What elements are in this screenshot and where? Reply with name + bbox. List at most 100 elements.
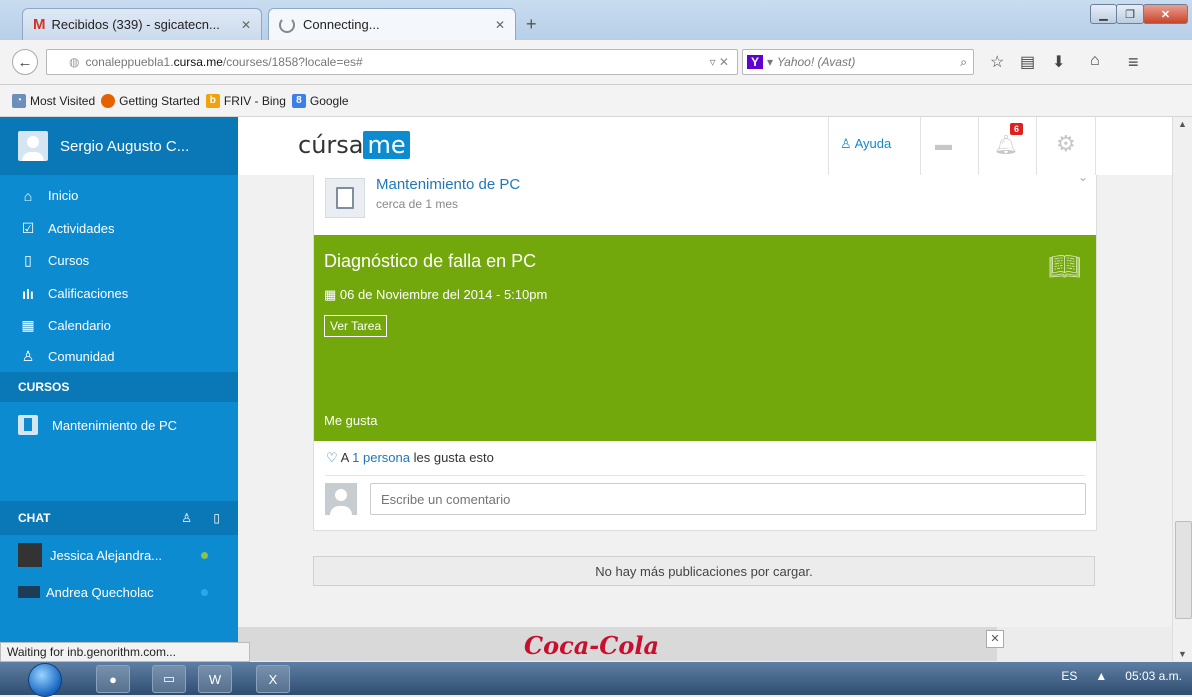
taskbar-word-icon[interactable]: W xyxy=(198,665,232,693)
gmail-icon: M xyxy=(33,16,46,33)
bookmark-friv-bing[interactable]: b FRIV - Bing xyxy=(205,93,286,108)
system-tray: ES ▲ 05:03 a.m. xyxy=(1061,669,1182,683)
help-label: Ayuda xyxy=(854,136,892,151)
divider xyxy=(1036,117,1037,175)
likes-summary: ♡ A 1 persona les gusta esto xyxy=(326,450,494,466)
course-book-icon xyxy=(325,178,365,218)
bookmark-most-visited[interactable]: ◔ Most Visited xyxy=(12,93,95,108)
close-ad-icon[interactable]: ✕ xyxy=(986,630,1004,648)
nav-label: Cursos xyxy=(48,253,90,268)
bookmark-google[interactable]: 8 Google xyxy=(291,93,349,108)
close-tab-icon[interactable]: ✕ xyxy=(241,18,251,32)
maximize-button[interactable]: ❐ xyxy=(1116,4,1144,24)
url-bar[interactable]: ◍ conaleppuebla1. cursa.me/courses/1858?l… xyxy=(46,49,738,75)
yahoo-icon: Y xyxy=(747,55,764,69)
taskbar-excel-icon[interactable]: X xyxy=(256,665,290,693)
post-card: ⌄ Mantenimiento de PC cerca de 1 mes Dia… xyxy=(313,175,1097,531)
chevron-down-icon[interactable]: ⌄ xyxy=(1078,175,1088,184)
user-profile[interactable]: Sergio Augusto C... xyxy=(0,117,238,175)
bookmark-getting-started[interactable]: Getting Started xyxy=(101,93,200,108)
taskbar-firefox-icon[interactable]: ● xyxy=(96,665,130,693)
online-status-dot xyxy=(201,588,208,596)
scroll-down-icon[interactable]: ▼ xyxy=(1178,649,1187,659)
user-name: Sergio Augusto C... xyxy=(60,137,190,155)
tab-connecting[interactable]: Connecting... ✕ xyxy=(268,8,516,40)
reading-list-icon[interactable]: ▤ xyxy=(1020,52,1035,72)
contacts-icon[interactable]: ♙ xyxy=(181,511,192,525)
course-label: Mantenimiento de PC xyxy=(52,417,178,433)
task-banner: Diagnóstico de falla en PC ▦ 06 de Novie… xyxy=(314,235,1096,441)
courses-heading: CURSOS xyxy=(0,372,238,402)
feed: ⌄ Mantenimiento de PC cerca de 1 mes Dia… xyxy=(238,175,1172,627)
bookmark-star-icon[interactable]: ☆ xyxy=(990,52,1004,72)
chat-book-icon[interactable]: ▯ xyxy=(213,511,220,525)
avatar xyxy=(18,586,40,598)
post-course-title[interactable]: Mantenimiento de PC xyxy=(376,176,520,193)
scrollbar-thumb[interactable] xyxy=(1175,521,1192,619)
search-icon[interactable]: ⌕ xyxy=(960,55,967,70)
url-dropdown-icon[interactable]: ▿ ✕ xyxy=(710,55,729,69)
chat-contact[interactable]: Jessica Alejandra... xyxy=(0,539,238,571)
bookmarks-bar: ◔ Most Visited Getting Started b FRIV - Bi… xyxy=(0,85,1192,117)
user-icon: ♙ xyxy=(21,348,35,364)
sidebar-item-comunidad[interactable]: ♙ Comunidad xyxy=(0,340,238,373)
avatar xyxy=(18,131,48,161)
task-date-text: 06 de Noviembre del 2014 - 5:10pm xyxy=(339,287,548,302)
nav-label: Calificaciones xyxy=(48,286,129,301)
nav-label: Actividades xyxy=(48,221,115,236)
sidebar-item-inicio[interactable]: ⌂ Inicio xyxy=(0,179,238,212)
new-tab-icon[interactable]: + xyxy=(526,14,537,35)
settings-gear-icon[interactable]: ⚙ xyxy=(1056,131,1076,157)
help-link[interactable]: ♙ Ayuda xyxy=(840,136,891,152)
sidebar-item-actividades[interactable]: ☑ Actividades xyxy=(0,212,238,245)
chat-contact[interactable]: Andrea Quecholac xyxy=(0,576,238,608)
task-title: Diagnóstico de falla en PC xyxy=(324,251,537,271)
browser-tab-bar: M Recibidos (339) - sgicatecn... ✕ Conne… xyxy=(0,0,1192,40)
search-placeholder: Yahoo! (Avast) xyxy=(777,55,856,69)
language-indicator[interactable]: ES xyxy=(1061,669,1077,683)
search-bar[interactable]: Y ▾ Yahoo! (Avast) ⌕ xyxy=(742,49,974,75)
task-date: ▦ 06 de Noviembre del 2014 - 5:10pm xyxy=(324,287,547,303)
clock[interactable]: 05:03 a.m. xyxy=(1125,669,1182,683)
close-window-button[interactable]: ✕ xyxy=(1143,4,1188,24)
divider xyxy=(978,117,979,175)
url-path: /courses/1858?locale=es# xyxy=(222,55,363,69)
menu-icon[interactable]: ≡ xyxy=(1128,52,1139,73)
likes-prefix: A xyxy=(340,450,349,465)
cursame-logo[interactable]: cúrsa me xyxy=(298,131,410,159)
avatar xyxy=(325,483,357,515)
sidebar-item-cursos[interactable]: ▯ Cursos xyxy=(0,244,238,277)
download-icon[interactable]: ⬇ xyxy=(1052,52,1065,72)
google-icon: 8 xyxy=(291,93,306,108)
sidebar-item-course[interactable]: Mantenimiento de PC xyxy=(0,407,238,443)
page-scrollbar[interactable]: ▲ ▼ xyxy=(1172,117,1192,661)
sidebar-item-calendario[interactable]: ▦ Calendario xyxy=(0,309,238,342)
url-prefix: conaleppuebla1. xyxy=(85,55,174,69)
like-button[interactable]: Me gusta xyxy=(324,413,377,428)
comment-input[interactable] xyxy=(370,483,1086,515)
logo-badge: me xyxy=(363,131,410,159)
sidebar-item-calificaciones[interactable]: ılı Calificaciones xyxy=(0,277,238,310)
view-task-button[interactable]: Ver Tarea xyxy=(324,315,388,337)
tab-gmail[interactable]: M Recibidos (339) - sgicatecn... ✕ xyxy=(22,8,262,40)
messages-icon[interactable]: ▬ xyxy=(935,135,952,155)
bookmark-label: FRIV - Bing xyxy=(223,93,286,108)
taskbar-explorer-icon[interactable]: ▭ xyxy=(152,665,186,693)
advertisement-banner[interactable]: Coca-Cola xyxy=(238,627,997,661)
minimize-button[interactable]: ▁ xyxy=(1090,4,1117,24)
home-icon[interactable]: ⌂ xyxy=(1090,52,1100,70)
start-button[interactable] xyxy=(28,663,62,697)
logo-text: cúrsa xyxy=(298,131,364,159)
bookmark-label: Getting Started xyxy=(119,93,200,108)
coca-cola-logo: Coca-Cola xyxy=(524,631,660,660)
no-more-posts-bar: No hay más publicaciones por cargar. xyxy=(313,556,1095,586)
tray-arrow-icon[interactable]: ▲ xyxy=(1095,669,1107,683)
notifications-bell-icon[interactable]: 🔔︎ xyxy=(994,133,1018,157)
scroll-up-icon[interactable]: ▲ xyxy=(1178,119,1187,129)
back-button[interactable]: ← xyxy=(12,49,38,75)
likes-link[interactable]: 1 persona xyxy=(352,450,410,465)
close-tab-icon[interactable]: ✕ xyxy=(495,18,505,32)
search-engine-dropdown-icon[interactable]: ▾ xyxy=(767,55,773,69)
user-icon: ♙ xyxy=(840,136,855,151)
divider xyxy=(1095,117,1096,175)
